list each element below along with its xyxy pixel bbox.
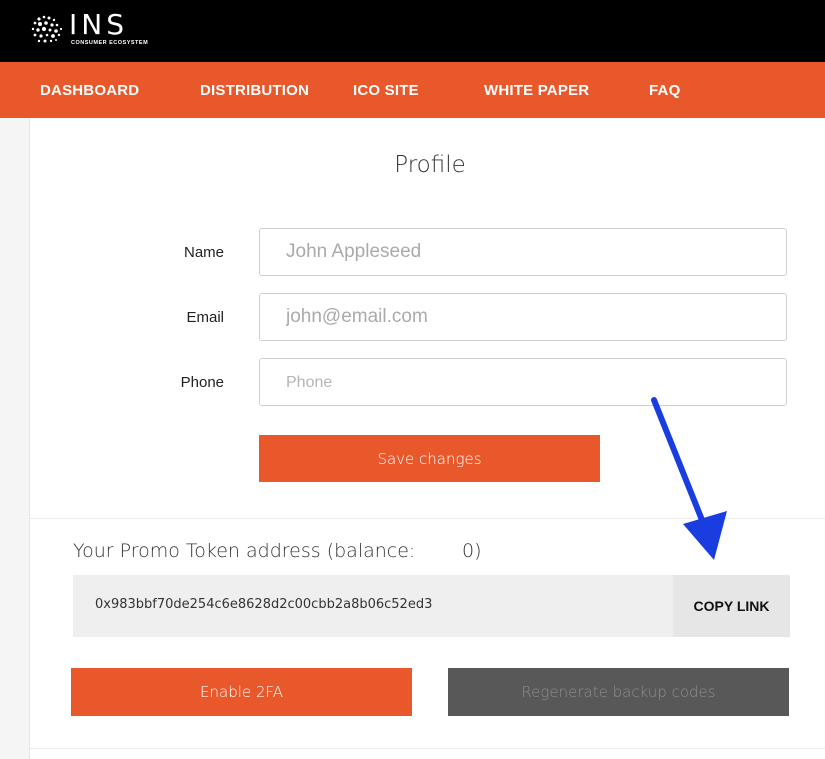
enable-2fa-button[interactable]: Enable 2FA (71, 668, 412, 716)
annotation-arrow-icon (651, 397, 727, 560)
nav-item-white-paper[interactable]: WHITE PAPER (484, 62, 589, 118)
nav-item-dashboard[interactable]: DASHBOARD (40, 62, 139, 118)
name-field[interactable] (259, 228, 787, 276)
copy-link-button[interactable]: COPY LINK (673, 575, 790, 637)
email-label: Email (186, 309, 224, 326)
save-changes-button[interactable]: Save changes (259, 435, 600, 482)
nav-item-distribution[interactable]: DISTRIBUTION (200, 62, 309, 118)
email-field[interactable] (259, 293, 787, 341)
page-title: Profile (394, 152, 466, 178)
logo-tagline: CONSUMER ECOSYSTEM (71, 40, 149, 46)
top-bar: INS CONSUMER ECOSYSTEM (0, 0, 825, 62)
nav-item-faq[interactable]: FAQ (649, 62, 680, 118)
phone-label: Phone (180, 374, 224, 391)
section-divider (30, 518, 825, 519)
phone-field[interactable] (259, 358, 787, 406)
promo-address-value[interactable]: 0x983bbf70de254c6e8628d2c00cbb2a8b06c52e… (95, 597, 432, 612)
name-label: Name (183, 244, 224, 261)
logo-text: INS (69, 8, 128, 41)
left-margin-border (29, 118, 30, 759)
promo-token-label: Your Promo Token address (balance: (73, 540, 416, 562)
bottom-divider (30, 748, 825, 749)
logo-mark-icon (31, 15, 63, 43)
logo[interactable]: INS CONSUMER ECOSYSTEM (29, 10, 149, 50)
main-nav: DASHBOARD DISTRIBUTION ICO SITE WHITE PA… (0, 62, 825, 118)
regenerate-backup-codes-button[interactable]: Regenerate backup codes (448, 668, 789, 716)
left-margin-strip (0, 118, 29, 759)
nav-item-ico-site[interactable]: ICO SITE (353, 62, 419, 118)
promo-token-balance: 0) (462, 540, 482, 562)
